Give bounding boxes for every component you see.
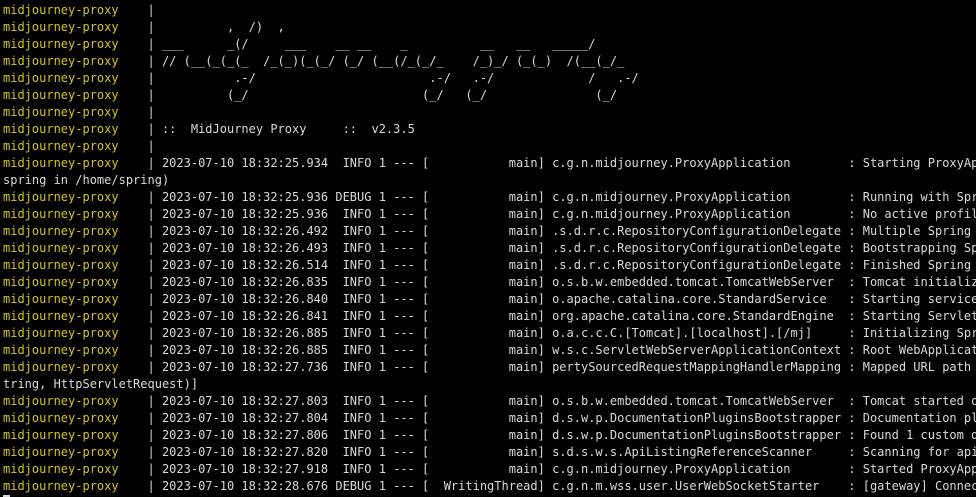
log-text: | 2023-07-10 18:32:26.840 INFO 1 --- [ m… xyxy=(147,292,976,306)
container-name-prefix: midjourney-proxy xyxy=(3,122,148,136)
log-line: midjourney-proxy | 2023-07-10 18:32:27.8… xyxy=(3,427,976,444)
log-text: | // (__(_(_(_ /_(_)(_(_/ (_/ (__(/_(_/_… xyxy=(147,54,625,68)
log-line: tring, HttpServletRequest)] xyxy=(3,376,976,393)
terminal-window[interactable]: midjourney-proxy | midjourney-proxy | , /… xyxy=(3,2,976,497)
container-name-prefix: midjourney-proxy xyxy=(3,428,148,442)
log-line: midjourney-proxy | 2023-07-10 18:32:26.8… xyxy=(3,291,976,308)
log-text: | 2023-07-10 18:32:26.514 INFO 1 --- [ m… xyxy=(147,258,976,272)
log-line: midjourney-proxy | // (__(_(_(_ /_(_)(_(… xyxy=(3,53,976,70)
log-line: midjourney-proxy | , /) , xyxy=(3,19,976,36)
log-line: midjourney-proxy | 2023-07-10 18:32:27.7… xyxy=(3,359,976,376)
log-text: | 2023-07-10 18:32:25.934 INFO 1 --- [ m… xyxy=(147,156,976,170)
log-text: | 2023-07-10 18:32:27.804 INFO 1 --- [ m… xyxy=(147,411,976,425)
log-text: | 2023-07-10 18:32:27.820 INFO 1 --- [ m… xyxy=(147,445,976,459)
container-name-prefix: midjourney-proxy xyxy=(3,37,148,51)
container-name-prefix: midjourney-proxy xyxy=(3,54,148,68)
log-line: midjourney-proxy | xyxy=(3,104,976,121)
container-name-prefix: midjourney-proxy xyxy=(3,462,148,476)
container-name-prefix: midjourney-proxy xyxy=(3,190,148,204)
log-line: midjourney-proxy | 2023-07-10 18:32:26.8… xyxy=(3,342,976,359)
container-name-prefix: midjourney-proxy xyxy=(3,360,148,374)
log-text: | 2023-07-10 18:32:27.736 INFO 1 --- [ m… xyxy=(147,360,976,374)
container-name-prefix: midjourney-proxy xyxy=(3,445,148,459)
log-line: midjourney-proxy | 2023-07-10 18:32:27.8… xyxy=(3,444,976,461)
container-name-prefix: midjourney-proxy xyxy=(3,275,148,289)
container-name-prefix: midjourney-proxy xyxy=(3,88,148,102)
container-name-prefix: midjourney-proxy xyxy=(3,3,148,17)
log-text: | 2023-07-10 18:32:25.936 DEBUG 1 --- [ … xyxy=(147,190,976,204)
log-text: | 2023-07-10 18:32:26.841 INFO 1 --- [ m… xyxy=(147,309,976,323)
log-line: midjourney-proxy | 2023-07-10 18:32:26.8… xyxy=(3,274,976,291)
container-name-prefix: midjourney-proxy xyxy=(3,156,148,170)
log-text: | , /) , xyxy=(147,20,285,34)
container-name-prefix: midjourney-proxy xyxy=(3,224,148,238)
log-line: midjourney-proxy | :: MidJourney Proxy :… xyxy=(3,121,976,138)
log-text: | 2023-07-10 18:32:27.806 INFO 1 --- [ m… xyxy=(147,428,976,442)
log-line: midjourney-proxy | ___ _(/ ___ __ __ _ _… xyxy=(3,36,976,53)
log-text: | .-/ .-/ .-/ / .-/ xyxy=(147,71,639,85)
log-text: | 2023-07-10 18:32:26.492 INFO 1 --- [ m… xyxy=(147,224,976,238)
log-line: midjourney-proxy | 2023-07-10 18:32:25.9… xyxy=(3,189,976,206)
log-line: midjourney-proxy | 2023-07-10 18:32:26.5… xyxy=(3,257,976,274)
log-line: midjourney-proxy | 2023-07-10 18:32:27.9… xyxy=(3,461,976,478)
log-line: midjourney-proxy | (_/ (_/ (_/ (_/ xyxy=(3,87,976,104)
container-name-prefix: midjourney-proxy xyxy=(3,343,148,357)
log-text: | xyxy=(147,3,155,17)
container-name-prefix: midjourney-proxy xyxy=(3,479,148,493)
log-line: midjourney-proxy | 2023-07-10 18:32:26.8… xyxy=(3,325,976,342)
log-text: | ___ _(/ ___ __ __ _ __ __ _____/ xyxy=(147,37,596,51)
log-text: | 2023-07-10 18:32:26.835 INFO 1 --- [ m… xyxy=(147,275,976,289)
container-name-prefix: midjourney-proxy xyxy=(3,326,148,340)
log-text: | 2023-07-10 18:32:26.885 INFO 1 --- [ m… xyxy=(147,343,976,357)
log-text: | (_/ (_/ (_/ (_/ xyxy=(147,88,618,102)
log-line: midjourney-proxy | 2023-07-10 18:32:28.6… xyxy=(3,478,976,495)
log-text: tring, HttpServletRequest)] xyxy=(3,377,199,391)
log-line: midjourney-proxy | xyxy=(3,2,976,19)
log-line: midjourney-proxy | 2023-07-10 18:32:26.8… xyxy=(3,308,976,325)
log-text: | 2023-07-10 18:32:25.936 INFO 1 --- [ m… xyxy=(147,207,976,221)
log-text: | :: MidJourney Proxy :: v2.3.5 xyxy=(147,122,415,136)
log-line: midjourney-proxy | 2023-07-10 18:32:25.9… xyxy=(3,155,976,172)
log-line: midjourney-proxy | 2023-07-10 18:32:26.4… xyxy=(3,223,976,240)
log-text: | 2023-07-10 18:32:26.493 INFO 1 --- [ m… xyxy=(147,241,976,255)
log-text: | xyxy=(147,139,155,153)
log-text: | 2023-07-10 18:32:27.918 INFO 1 --- [ m… xyxy=(147,462,976,476)
log-line: midjourney-proxy | .-/ .-/ .-/ / .-/ xyxy=(3,70,976,87)
container-name-prefix: midjourney-proxy xyxy=(3,105,148,119)
log-line: midjourney-proxy | xyxy=(3,138,976,155)
container-name-prefix: midjourney-proxy xyxy=(3,411,148,425)
container-name-prefix: midjourney-proxy xyxy=(3,258,148,272)
container-name-prefix: midjourney-proxy xyxy=(3,292,148,306)
container-name-prefix: midjourney-proxy xyxy=(3,241,148,255)
log-text: spring in /home/spring) xyxy=(3,173,170,187)
log-text: | 2023-07-10 18:32:26.885 INFO 1 --- [ m… xyxy=(147,326,976,340)
log-line: midjourney-proxy | 2023-07-10 18:32:27.8… xyxy=(3,410,976,427)
log-line: midjourney-proxy | 2023-07-10 18:32:27.8… xyxy=(3,393,976,410)
log-line: midjourney-proxy | 2023-07-10 18:32:26.4… xyxy=(3,240,976,257)
container-name-prefix: midjourney-proxy xyxy=(3,20,148,34)
log-line: midjourney-proxy | 2023-07-10 18:32:25.9… xyxy=(3,206,976,223)
log-text: | 2023-07-10 18:32:27.803 INFO 1 --- [ m… xyxy=(147,394,976,408)
container-name-prefix: midjourney-proxy xyxy=(3,207,148,221)
container-name-prefix: midjourney-proxy xyxy=(3,71,148,85)
log-text: | xyxy=(147,105,155,119)
log-output: midjourney-proxy | midjourney-proxy | , /… xyxy=(3,2,976,497)
log-line: spring in /home/spring) xyxy=(3,172,976,189)
log-text: | 2023-07-10 18:32:28.676 DEBUG 1 --- [ … xyxy=(147,479,976,493)
container-name-prefix: midjourney-proxy xyxy=(3,394,148,408)
container-name-prefix: midjourney-proxy xyxy=(3,309,148,323)
container-name-prefix: midjourney-proxy xyxy=(3,139,148,153)
